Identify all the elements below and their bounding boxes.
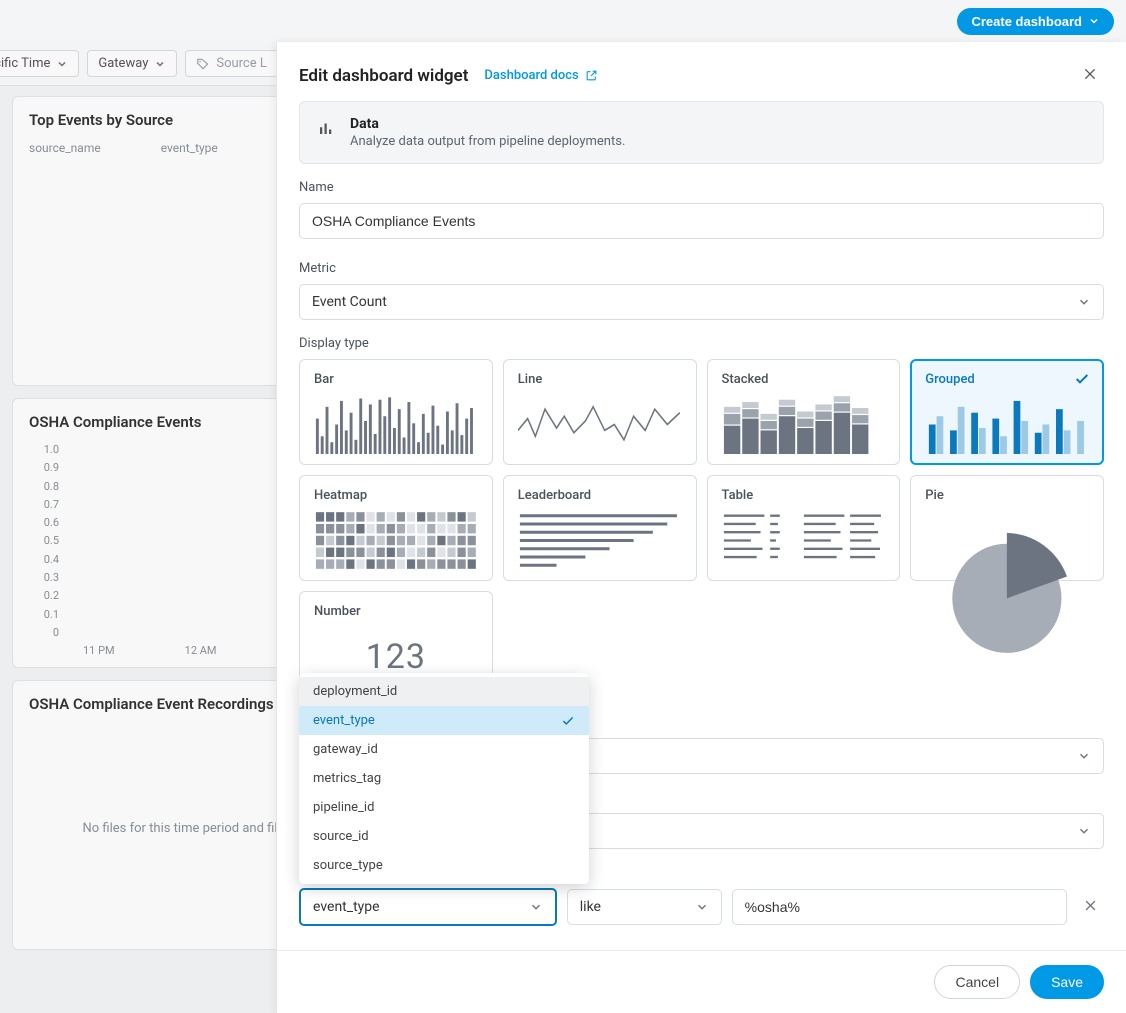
close-icon	[1082, 66, 1098, 82]
display-type-table[interactable]: Table	[707, 475, 901, 581]
filter-operator-value: like	[580, 899, 601, 915]
panel-body: Data Analyze data output from pipeline d…	[277, 101, 1126, 950]
metric-select[interactable]: Event Count	[299, 284, 1104, 320]
pie-viz-icon	[925, 511, 1089, 675]
dropdown-option-metrics-tag[interactable]: metrics_tag	[299, 764, 589, 793]
filter-operator-select[interactable]: like	[567, 889, 722, 925]
panel-header: Edit dashboard widget Dashboard docs	[277, 42, 1126, 101]
line-viz-icon	[518, 395, 682, 454]
display-type-line[interactable]: Line	[503, 359, 697, 465]
dashboard-docs-link[interactable]: Dashboard docs	[484, 68, 597, 83]
bar-chart-icon	[316, 118, 336, 138]
filter-value-input[interactable]	[732, 889, 1067, 925]
display-type-heatmap[interactable]: Heatmap	[299, 475, 493, 581]
display-type-bar[interactable]: Bar	[299, 359, 493, 465]
name-label: Name	[299, 180, 1104, 195]
check-icon	[561, 714, 575, 728]
filter-field-value: event_type	[313, 899, 380, 915]
display-type-stacked[interactable]: Stacked	[707, 359, 901, 465]
widget-name-input[interactable]	[299, 203, 1104, 239]
stacked-viz-icon	[722, 395, 886, 454]
data-info-box: Data Analyze data output from pipeline d…	[299, 101, 1104, 164]
display-type-label: Display type	[299, 336, 1104, 351]
dropdown-option-deployment-id[interactable]: deployment_id	[299, 677, 589, 706]
display-type-pie[interactable]: Pie	[910, 475, 1104, 581]
panel-title: Edit dashboard widget	[299, 66, 468, 86]
dropdown-option-gateway-id[interactable]: gateway_id	[299, 735, 589, 764]
top-bar: Create dashboard	[0, 0, 1126, 42]
chevron-down-icon	[529, 900, 543, 914]
info-title: Data	[350, 116, 625, 132]
panel-footer: Cancel Save	[277, 950, 1126, 1013]
remove-filter-button[interactable]	[1077, 892, 1104, 922]
save-button[interactable]: Save	[1030, 965, 1104, 999]
close-button[interactable]	[1076, 60, 1104, 91]
grouped-viz-icon	[925, 395, 1089, 454]
chevron-down-icon	[695, 900, 709, 914]
info-subtitle: Analyze data output from pipeline deploy…	[350, 134, 625, 149]
check-icon	[1074, 371, 1090, 391]
create-dashboard-button[interactable]: Create dashboard	[957, 8, 1114, 35]
filter-row: deployment_id event_type gateway_id metr…	[299, 888, 1104, 926]
display-type-grid: Bar	[299, 359, 1104, 697]
metric-value: Event Count	[312, 294, 387, 310]
dropdown-option-event-type[interactable]: event_type	[299, 706, 589, 735]
table-viz-icon	[722, 511, 886, 570]
metric-label: Metric	[299, 261, 1104, 276]
leaderboard-viz-icon	[518, 511, 682, 570]
chevron-down-icon	[1077, 749, 1091, 763]
dropdown-option-source-type[interactable]: source_type	[299, 851, 589, 880]
display-type-grouped[interactable]: Grouped	[910, 359, 1104, 465]
dropdown-option-pipeline-id[interactable]: pipeline_id	[299, 793, 589, 822]
dropdown-option-source-id[interactable]: source_id	[299, 822, 589, 851]
display-type-leaderboard[interactable]: Leaderboard	[503, 475, 697, 581]
edit-widget-panel: Edit dashboard widget Dashboard docs Dat…	[276, 42, 1126, 1013]
close-icon	[1083, 898, 1098, 913]
heatmap-viz-icon	[314, 511, 478, 570]
external-link-icon	[585, 69, 598, 82]
chevron-down-icon	[1077, 295, 1091, 309]
create-dashboard-label: Create dashboard	[971, 14, 1082, 29]
filter-field-dropdown: deployment_id event_type gateway_id metr…	[299, 673, 589, 884]
bar-viz-icon	[314, 395, 478, 454]
chevron-down-icon	[1088, 15, 1100, 27]
chevron-down-icon	[1077, 824, 1091, 838]
cancel-button[interactable]: Cancel	[934, 965, 1020, 999]
filter-field-select[interactable]: event_type	[299, 888, 557, 926]
